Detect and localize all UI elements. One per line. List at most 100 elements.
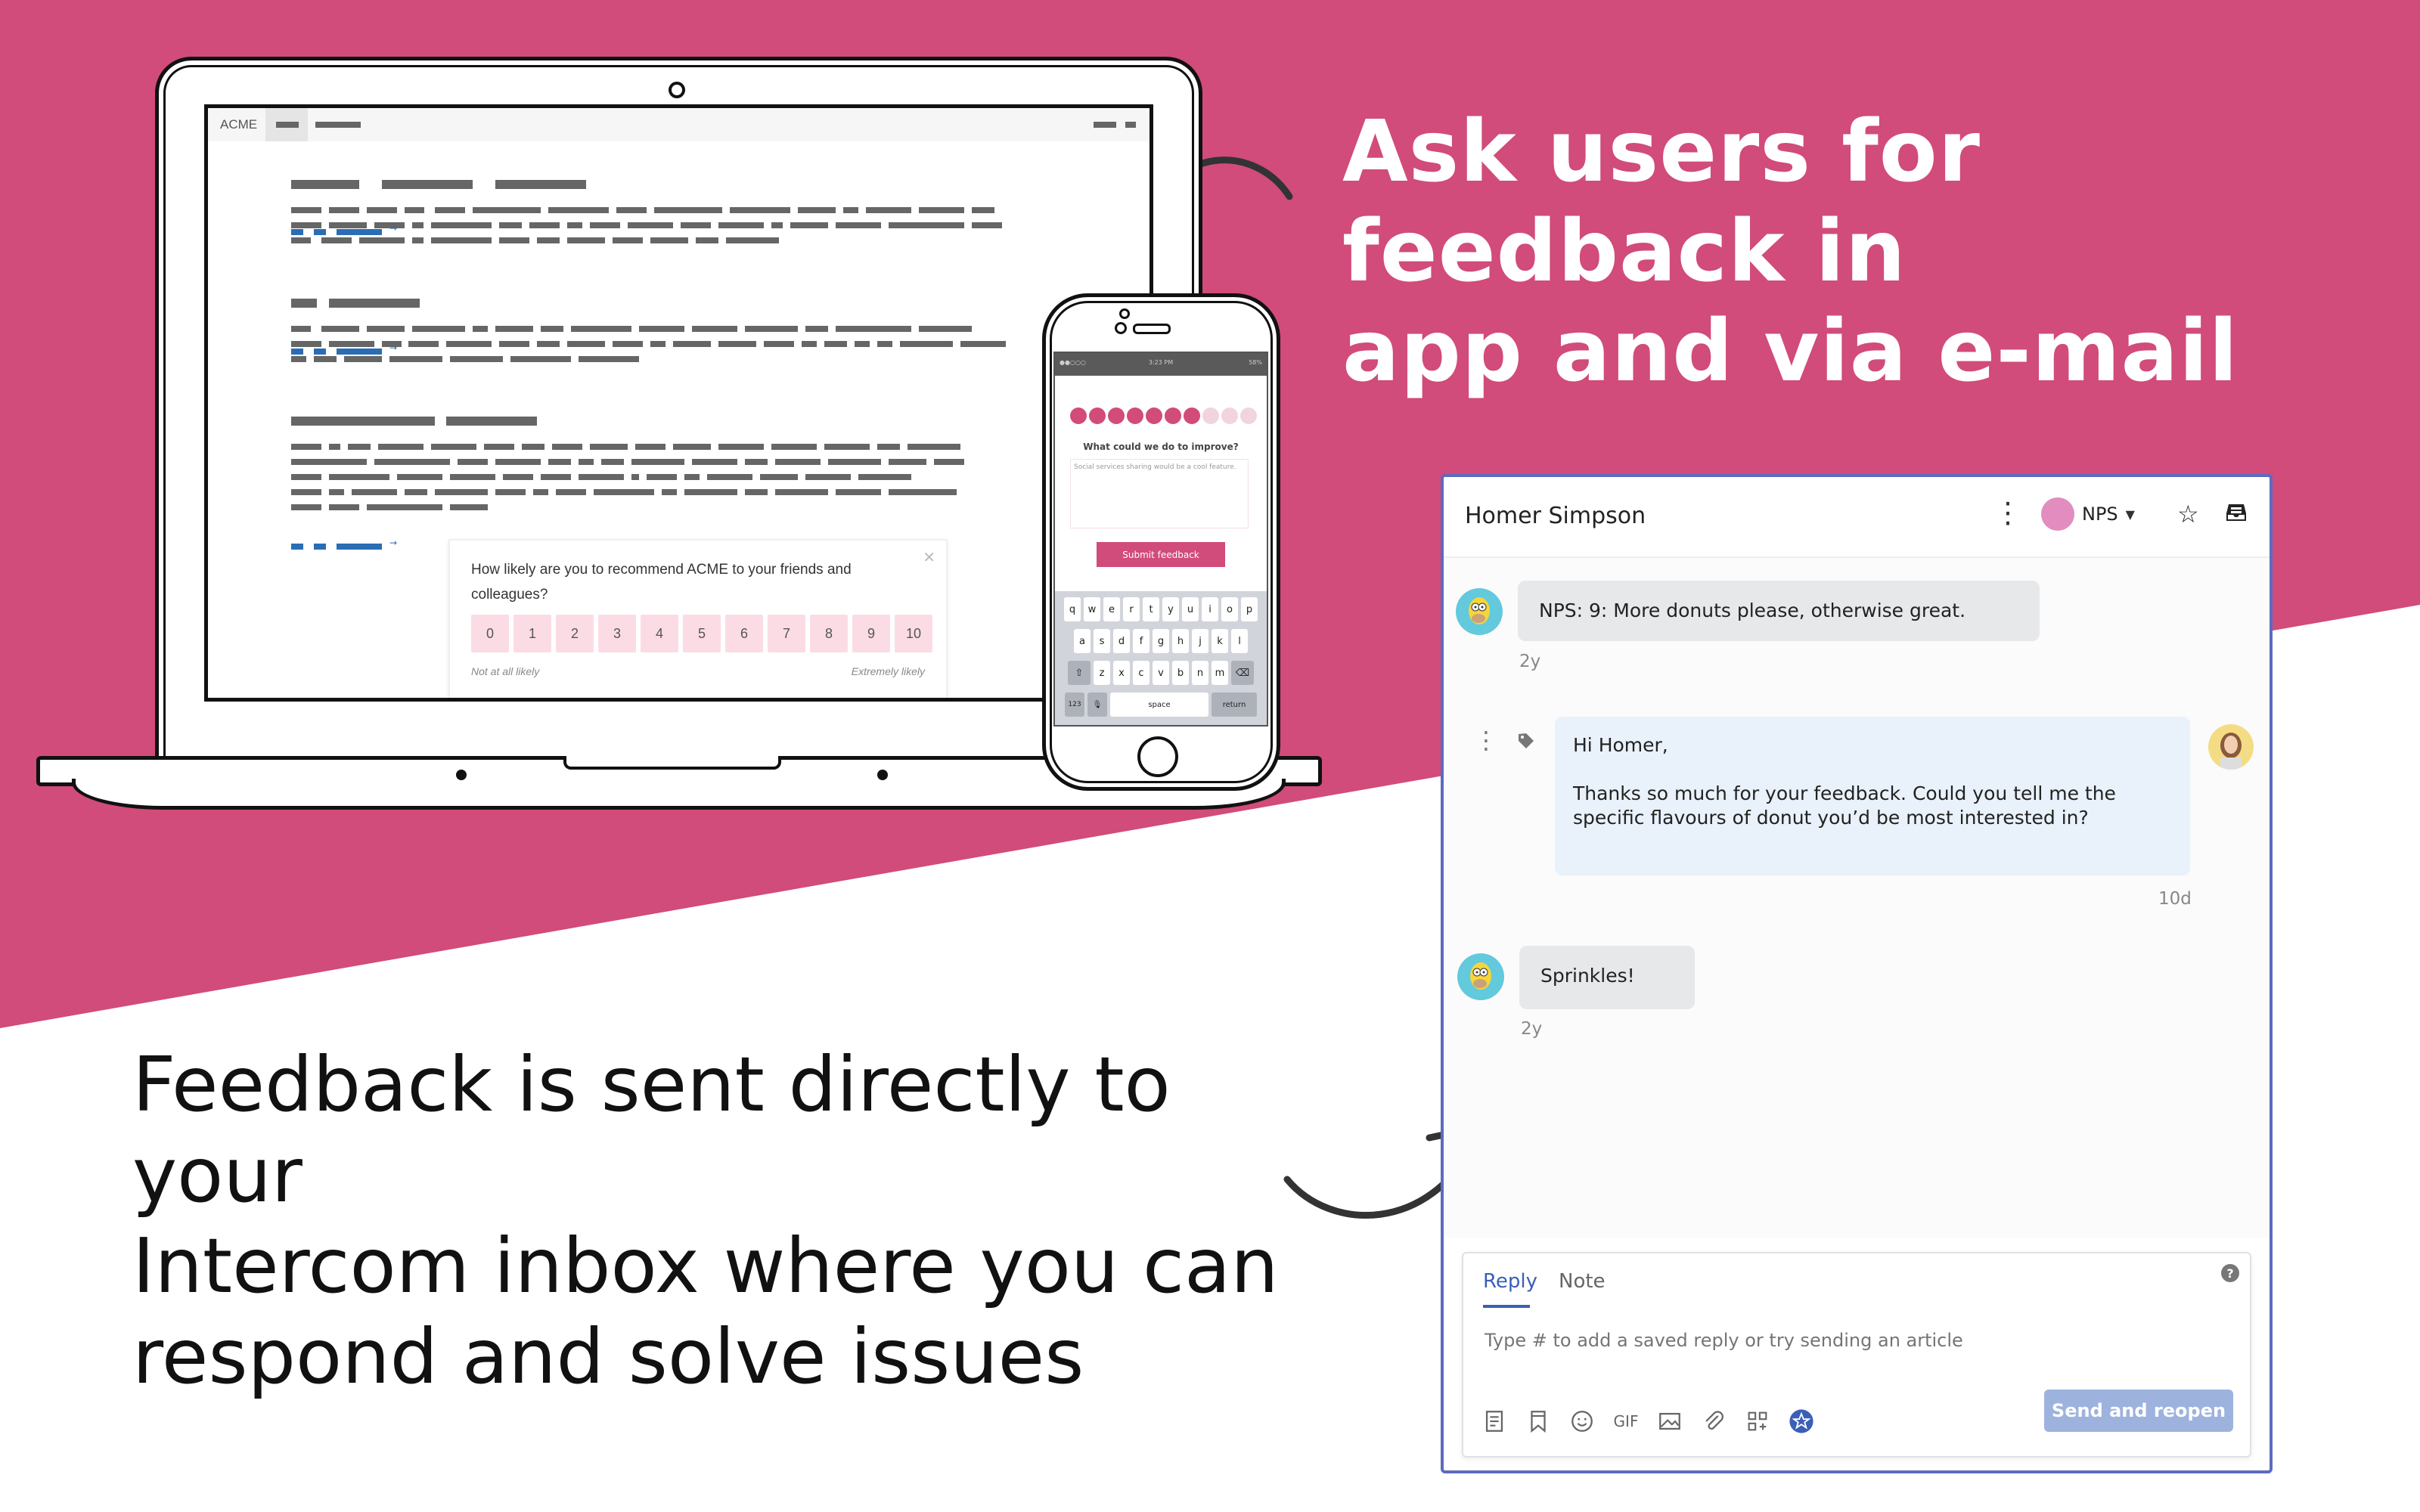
arrow-right-icon[interactable]: → [389,538,397,548]
keyboard-key[interactable]: s [1094,629,1110,653]
more-options-icon[interactable]: ⋮ [1993,498,2022,527]
keyboard-key[interactable]: o [1221,597,1238,621]
keyboard-key[interactable]: c [1133,661,1150,685]
rating-dot[interactable] [1146,407,1162,424]
inbox-icon[interactable] [2224,500,2248,524]
keyboard-key[interactable]: u [1182,597,1199,621]
text-placeholder-bar [337,229,382,235]
submit-feedback-button[interactable]: Submit feedback [1097,542,1225,567]
avatar[interactable] [1457,953,1504,1000]
keyboard-key[interactable]: i [1202,597,1218,621]
keyboard-key[interactable]: m [1212,661,1228,685]
arrow-right-icon[interactable]: → [389,342,397,353]
keyboard-key[interactable]: l [1231,629,1248,653]
keyboard-key[interactable]: e [1103,597,1120,621]
intercom-conversation-panel: Homer Simpson ⋮ NPS ▼ ☆ NPS: 9: More don [1441,474,2273,1473]
keyboard-key[interactable]: h [1172,629,1189,653]
keyboard-key[interactable]: j [1192,629,1208,653]
emoji-icon[interactable] [1569,1408,1595,1434]
keyboard-key[interactable]: v [1153,661,1169,685]
apps-icon[interactable] [1745,1408,1770,1434]
tag-dropdown[interactable]: NPS ▼ [2041,497,2135,531]
nps-score-button[interactable]: 9 [852,615,890,652]
text-placeholder-bar [541,326,563,332]
tab-note[interactable]: Note [1559,1270,1606,1293]
mic-key[interactable]: 🎙 [1087,692,1107,717]
rating-dot[interactable] [1202,407,1219,424]
help-icon[interactable]: ? [2221,1264,2239,1282]
nps-score-button[interactable]: 6 [725,615,763,652]
text-placeholder-bar [571,326,631,332]
rating-dot[interactable] [1089,407,1106,424]
text-placeholder-bar [537,341,560,347]
backspace-key[interactable]: ⌫ [1231,661,1254,685]
keyboard-key[interactable]: w [1084,597,1100,621]
rating-dot[interactable] [1108,407,1125,424]
keyboard-key[interactable]: y [1162,597,1179,621]
send-and-reopen-button[interactable]: Send and reopen [2044,1390,2233,1432]
keyboard-key[interactable]: k [1212,629,1228,653]
text-placeholder-bar [590,444,628,450]
text-placeholder-bar [533,489,548,495]
nps-score-button[interactable]: 3 [598,615,636,652]
keyboard-key[interactable]: g [1153,629,1169,653]
nps-score-button[interactable]: 1 [513,615,551,652]
laptop-notch [563,756,781,770]
headline-bottom-line-3: respond and solve issues [132,1312,1084,1401]
saved-reply-icon[interactable] [1525,1408,1551,1434]
text-placeholder-bar [412,326,465,332]
rating-dot[interactable] [1127,407,1143,424]
text-placeholder-bar [718,222,764,228]
nps-score-button[interactable]: 10 [895,615,932,652]
rating-star-icon[interactable] [1789,1408,1814,1434]
rating-dot[interactable] [1070,407,1087,424]
message-options-icon[interactable]: ⋮ [1474,726,1498,754]
keyboard-key[interactable]: q [1064,597,1081,621]
tag-icon[interactable] [1517,732,1535,750]
rating-dot[interactable] [1184,407,1200,424]
text-placeholder-bar [329,222,367,228]
text-placeholder-bar [631,459,684,465]
keyboard-key[interactable]: a [1074,629,1091,653]
nps-score-button[interactable]: 8 [810,615,848,652]
numbers-key[interactable]: 123 [1065,692,1084,717]
nps-score-button[interactable]: 2 [556,615,594,652]
space-key[interactable]: space [1110,692,1208,717]
reply-input[interactable] [1483,1329,2167,1352]
keyboard-key[interactable]: t [1143,597,1159,621]
gif-icon[interactable]: GIF [1613,1408,1639,1434]
rating-dot[interactable] [1221,407,1238,424]
keyboard-key[interactable]: x [1113,661,1130,685]
keyboard-key[interactable]: n [1192,661,1208,685]
rating-dots [1070,407,1257,424]
article-icon[interactable] [1481,1408,1507,1434]
star-icon[interactable]: ☆ [2177,500,2199,528]
text-placeholder-bar [824,444,870,450]
rating-dot[interactable] [1240,407,1257,424]
arrow-right-icon[interactable]: → [389,223,397,234]
text-placeholder-bar [790,222,828,228]
image-icon[interactable] [1657,1408,1683,1434]
nps-score-button[interactable]: 4 [641,615,678,652]
shift-key[interactable]: ⇧ [1068,661,1091,685]
close-icon[interactable]: ✕ [923,548,935,567]
nps-score-button[interactable]: 7 [768,615,805,652]
keyboard-key[interactable]: d [1113,629,1130,653]
keyboard-key[interactable]: b [1172,661,1189,685]
feedback-textarea[interactable]: Social services sharing would be a cool … [1070,459,1249,528]
keyboard-key[interactable]: p [1241,597,1258,621]
nps-score-button[interactable]: 5 [683,615,721,652]
keyboard-letters: zxcvbnm [1094,661,1228,685]
nps-score-button[interactable]: 0 [471,615,509,652]
tab-reply[interactable]: Reply [1483,1270,1537,1293]
return-key[interactable]: return [1212,692,1257,717]
agent-avatar[interactable] [2208,724,2254,770]
text-placeholder-bar [877,341,892,347]
rating-dot[interactable] [1165,407,1181,424]
keyboard-key[interactable]: r [1123,597,1140,621]
avatar[interactable] [1456,588,1503,635]
admin-message-greeting: Hi Homer, [1573,734,1668,756]
attachment-icon[interactable] [1701,1408,1727,1434]
keyboard-key[interactable]: z [1094,661,1110,685]
keyboard-key[interactable]: f [1133,629,1150,653]
